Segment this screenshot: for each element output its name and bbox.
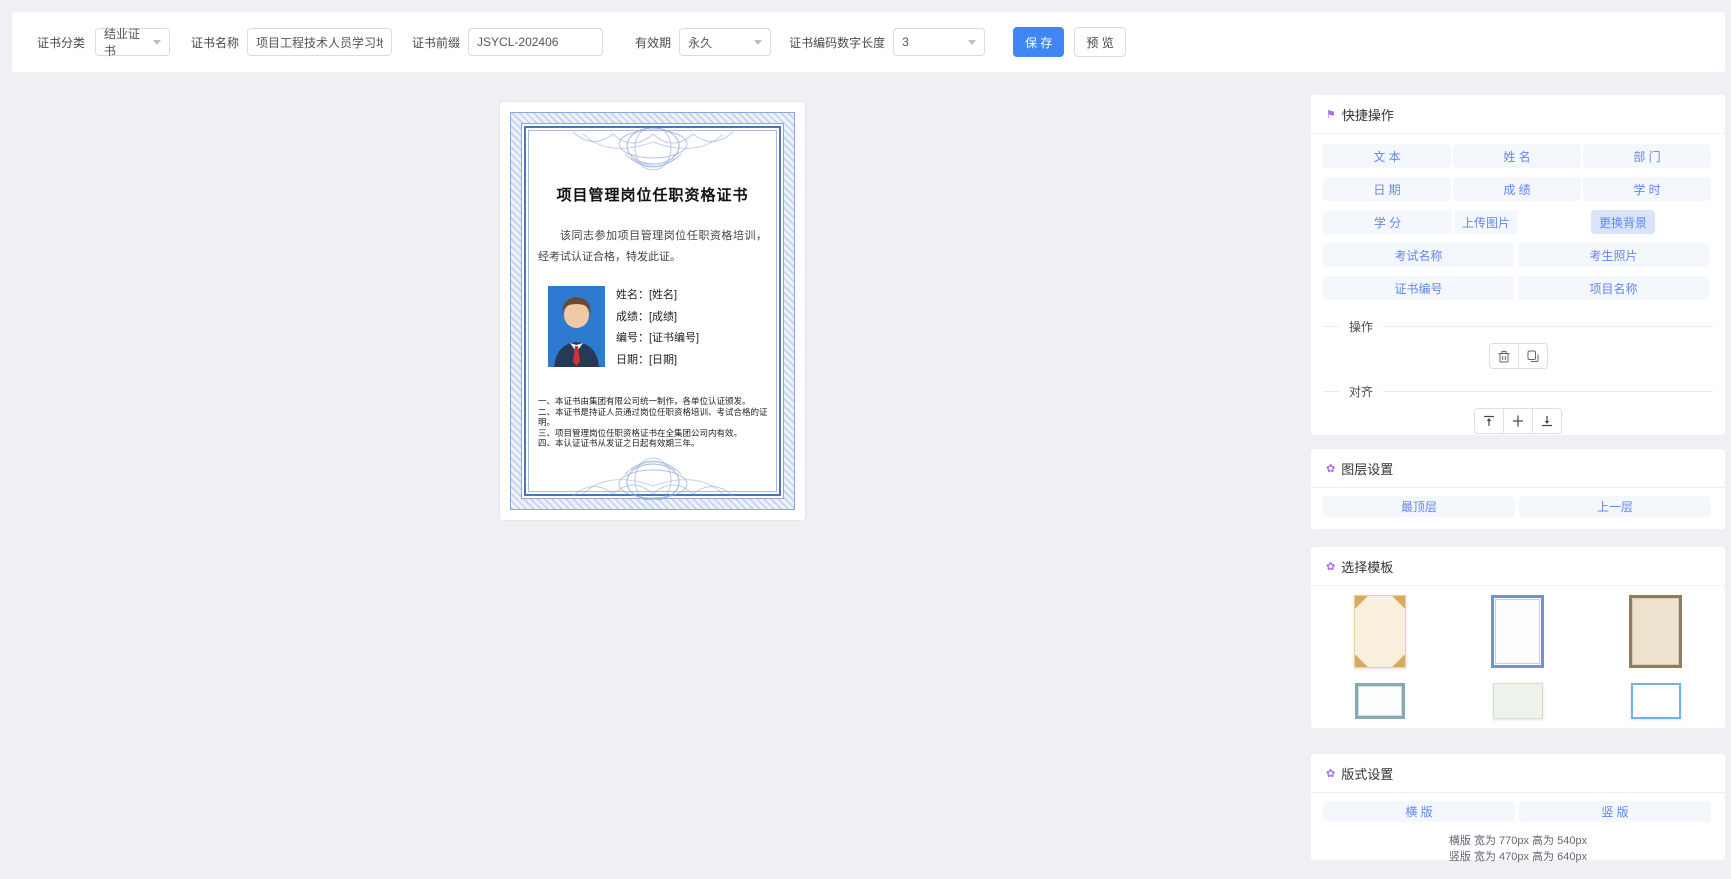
quick-examinee-photo-button[interactable]: 考生照片 bbox=[1518, 243, 1709, 267]
certificate-notes[interactable]: 一、本证书由集团有限公司统一制作，各单位认证颁发。 二、本证书是持证人员通过岗位… bbox=[538, 396, 773, 449]
quick-name-button[interactable]: 姓 名 bbox=[1453, 144, 1581, 168]
flower-icon: ✿ bbox=[1326, 560, 1336, 573]
vertical-layout-button[interactable]: 竖 版 bbox=[1519, 801, 1711, 822]
toolbar: 证书分类 结业证书 证书名称 证书前缀 有效期 永久 证书编码数字长度 3 保 … bbox=[11, 11, 1726, 73]
quick-dept-button[interactable]: 部 门 bbox=[1583, 144, 1711, 168]
certificate-fields: 姓名：[姓名] 成绩：[成绩] 编号：[证书编号] 日期：[日期] bbox=[616, 285, 699, 371]
align-top-button[interactable] bbox=[1474, 408, 1504, 434]
validity-label: 有效期 bbox=[635, 35, 672, 50]
template-thumbnail-brown-portrait[interactable] bbox=[1629, 595, 1683, 668]
quick-credit-button[interactable]: 学 分 bbox=[1323, 210, 1452, 234]
certificate-field-number[interactable]: 编号：[证书编号] bbox=[616, 328, 699, 350]
certificate-top-ornament-icon bbox=[572, 128, 733, 171]
cert-name-label: 证书名称 bbox=[191, 35, 240, 50]
align-middle-button[interactable] bbox=[1503, 408, 1533, 434]
certificate-field-date[interactable]: 日期：[日期] bbox=[616, 350, 699, 372]
layout-settings-panel: ✿ 版式设置 横 版 竖 版 横版 宽为 770px 高为 540px 竖版 宽… bbox=[1310, 753, 1726, 863]
template-picker-header: ✿ 选择模板 bbox=[1311, 547, 1725, 586]
preview-button[interactable]: 预 览 bbox=[1074, 27, 1126, 57]
quick-text-button[interactable]: 文 本 bbox=[1323, 144, 1451, 168]
template-picker-panel: ✿ 选择模板 bbox=[1310, 546, 1726, 729]
quick-hours-button[interactable]: 学 时 bbox=[1583, 177, 1711, 201]
chevron-down-icon bbox=[754, 39, 763, 45]
cert-prefix-input[interactable] bbox=[468, 28, 604, 56]
quick-date-button[interactable]: 日 期 bbox=[1323, 177, 1451, 201]
layout-size-horizontal: 横版 宽为 770px 高为 540px bbox=[1448, 835, 1588, 847]
category-select-value: 结业证书 bbox=[104, 27, 141, 58]
align-bottom-icon bbox=[1542, 416, 1552, 427]
quick-exam-name-button[interactable]: 考试名称 bbox=[1323, 243, 1514, 267]
template-picker-title: 选择模板 bbox=[1341, 559, 1394, 575]
certificate-bottom-ornament-icon bbox=[572, 457, 733, 500]
chevron-down-icon bbox=[968, 39, 977, 45]
cert-prefix-label: 证书前缀 bbox=[412, 35, 461, 50]
template-thumbnail-green-landscape[interactable] bbox=[1492, 683, 1543, 719]
quick-change-background-button[interactable]: 更换背景 bbox=[1591, 210, 1656, 234]
template-thumbnail-blue-border-landscape[interactable] bbox=[1630, 683, 1681, 719]
certificate-body-text[interactable]: 该同志参加项目管理岗位任职资格培训，经考试认证合格，特发此证。 bbox=[538, 226, 767, 268]
category-select[interactable]: 结业证书 bbox=[95, 27, 171, 58]
chevron-down-icon bbox=[153, 39, 162, 45]
code-length-select-value: 3 bbox=[902, 35, 909, 49]
template-thumbnail-gold-portrait[interactable] bbox=[1353, 595, 1406, 668]
category-label: 证书分类 bbox=[37, 35, 86, 50]
code-length-label: 证书编码数字长度 bbox=[789, 35, 886, 50]
align-middle-icon bbox=[1513, 415, 1523, 427]
align-bottom-button[interactable] bbox=[1532, 408, 1562, 434]
operations-button-group bbox=[1488, 343, 1548, 369]
quick-cert-number-button[interactable]: 证书编号 bbox=[1323, 276, 1514, 300]
layer-settings-title: 图层设置 bbox=[1341, 461, 1394, 477]
certificate-note-line: 四、本认证证书从发证之日起有效期三年。 bbox=[538, 438, 700, 448]
horizontal-layout-button[interactable]: 横 版 bbox=[1323, 801, 1515, 822]
certificate-field-name[interactable]: 姓名：[姓名] bbox=[616, 285, 699, 307]
align-divider: 对齐 bbox=[1323, 383, 1713, 400]
trash-icon bbox=[1498, 350, 1509, 362]
copy-icon bbox=[1527, 350, 1538, 362]
layer-settings-header: ✿ 图层设置 bbox=[1311, 449, 1725, 488]
operations-divider: 操作 bbox=[1323, 318, 1713, 335]
align-button-group bbox=[1474, 408, 1562, 434]
align-label: 对齐 bbox=[1349, 385, 1374, 399]
certificate-title[interactable]: 项目管理岗位任职资格证书 bbox=[526, 184, 779, 205]
quick-actions-title: 快捷操作 bbox=[1341, 107, 1394, 123]
delete-button[interactable] bbox=[1488, 343, 1519, 369]
bring-to-front-button[interactable]: 最顶层 bbox=[1323, 496, 1515, 517]
template-thumbnail-teal-landscape[interactable] bbox=[1354, 683, 1405, 719]
layout-settings-title: 版式设置 bbox=[1341, 766, 1394, 782]
bring-up-one-layer-button[interactable]: 上一层 bbox=[1519, 496, 1711, 517]
layout-size-info: 横版 宽为 770px 高为 540px 竖版 宽为 470px 高为 640p… bbox=[1311, 833, 1725, 865]
flower-icon: ✿ bbox=[1326, 767, 1336, 780]
save-button[interactable]: 保 存 bbox=[1013, 27, 1065, 57]
code-length-select[interactable]: 3 bbox=[893, 28, 986, 56]
certificate-note-line: 二、本证书是持证人员通过岗位任职资格培训、考试合格的证明。 bbox=[538, 406, 768, 428]
layout-size-vertical: 竖版 宽为 470px 高为 640px bbox=[1448, 851, 1588, 863]
cert-name-input[interactable] bbox=[247, 28, 393, 56]
certificate-note-line: 一、本证书由集团有限公司统一制作，各单位认证颁发。 bbox=[538, 396, 751, 406]
flower-icon: ✿ bbox=[1326, 462, 1336, 475]
certificate-note-line: 三、项目管理岗位任职资格证书在全集团公司内有效。 bbox=[538, 427, 743, 438]
quick-upload-image-button[interactable]: 上传图片 bbox=[1454, 210, 1519, 234]
layer-settings-panel: ✿ 图层设置 最顶层 上一层 bbox=[1310, 448, 1726, 530]
examinee-photo-placeholder[interactable] bbox=[548, 286, 605, 367]
quick-actions-panel: ⚑ 快捷操作 文 本 姓 名 部 门 日 期 成 绩 学 时 学 分 上传图片 … bbox=[1310, 94, 1726, 436]
align-top-icon bbox=[1484, 415, 1494, 426]
quick-actions-header: ⚑ 快捷操作 bbox=[1311, 95, 1725, 134]
template-thumbnail-blue-portrait[interactable] bbox=[1491, 595, 1545, 668]
copy-button[interactable] bbox=[1517, 343, 1548, 369]
operations-label: 操作 bbox=[1349, 320, 1374, 334]
certificate-field-score[interactable]: 成绩：[成绩] bbox=[616, 307, 699, 329]
certificate-content: 项目管理岗位任职资格证书 该同志参加项目管理岗位任职资格培训，经考试认证合格，特… bbox=[526, 128, 779, 500]
quick-project-name-button[interactable]: 项目名称 bbox=[1518, 276, 1709, 300]
quick-score-button[interactable]: 成 绩 bbox=[1453, 177, 1581, 201]
validity-select-value: 永久 bbox=[688, 35, 713, 50]
certificate-canvas[interactable]: 项目管理岗位任职资格证书 该同志参加项目管理岗位任职资格培训，经考试认证合格，特… bbox=[499, 101, 806, 521]
validity-select[interactable]: 永久 bbox=[679, 28, 772, 56]
flag-icon: ⚑ bbox=[1326, 108, 1336, 121]
layout-settings-header: ✿ 版式设置 bbox=[1311, 754, 1725, 793]
